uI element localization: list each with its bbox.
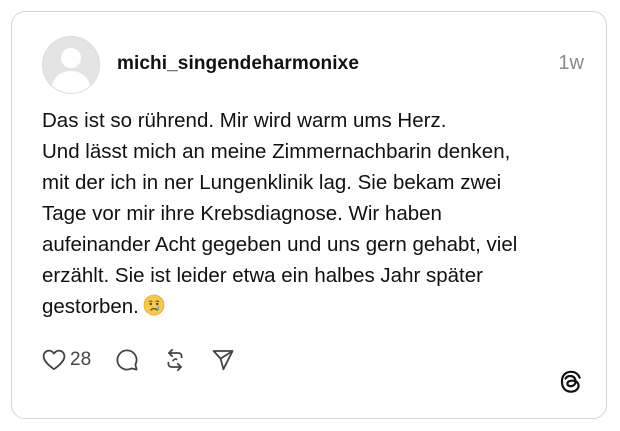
comment-icon xyxy=(116,349,138,371)
post-text-line: Tage vor mir ihre Krebsdiagnose. Wir hab… xyxy=(42,202,442,225)
post-actions: 28 xyxy=(42,345,259,375)
repost-icon xyxy=(167,348,183,372)
post-text-last-line: gestorben. xyxy=(42,291,592,325)
post-text-line: mit der ich in ner Lungenklinik lag. Sie… xyxy=(42,171,502,194)
post-text-line: Das ist so rührend. Mir wird warm ums He… xyxy=(42,109,447,132)
reply-button[interactable] xyxy=(115,348,139,372)
threads-logo-icon[interactable] xyxy=(558,369,584,395)
repost-button[interactable] xyxy=(163,348,187,372)
crying-face-emoji xyxy=(143,294,165,325)
send-icon xyxy=(212,350,234,371)
like-count: 28 xyxy=(70,349,92,370)
share-button[interactable] xyxy=(211,348,235,372)
username[interactable]: michi_singendeharmonixe xyxy=(117,53,359,75)
post-text-line: gestorben. xyxy=(42,295,139,318)
post-text-line: aufeinander Acht gegeben und uns gern ge… xyxy=(42,233,518,256)
post-text-line: Und lässt mich an meine Zimmernachbarin … xyxy=(42,140,511,163)
like-button[interactable]: 28 xyxy=(42,349,91,371)
post-text-line: erzählt. Sie ist leider etwa ein halbes … xyxy=(42,264,483,287)
threads-post-card: michi_singendeharmonixe 1w Das ist so rü… xyxy=(11,11,607,419)
heart-icon xyxy=(42,349,66,371)
avatar[interactable] xyxy=(42,36,100,94)
post-text: Das ist so rührend. Mir wird warm ums He… xyxy=(42,105,592,325)
default-avatar-icon xyxy=(43,37,99,93)
post-timestamp: 1w xyxy=(558,52,584,74)
